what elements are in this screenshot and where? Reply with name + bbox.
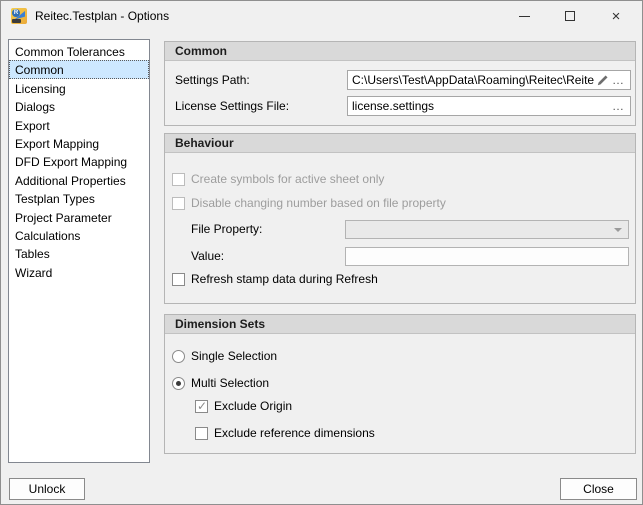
sidebar-item-calculations[interactable]: Calculations: [9, 226, 149, 244]
single-selection-radio[interactable]: [172, 350, 185, 363]
sidebar-item-licensing[interactable]: Licensing: [9, 79, 149, 97]
create-symbols-checkbox-row: Create symbols for active sheet only: [172, 171, 384, 187]
minimize-icon: [519, 16, 530, 17]
sidebar-item-testplan-types[interactable]: Testplan Types: [9, 189, 149, 207]
multi-selection-radio-row[interactable]: Multi Selection: [172, 375, 269, 391]
multi-selection-radio[interactable]: [172, 377, 185, 390]
close-button[interactable]: ×: [593, 1, 639, 31]
exclude-reference-checkbox-row[interactable]: Exclude reference dimensions: [195, 425, 375, 441]
sidebar-item-export-mapping[interactable]: Export Mapping: [9, 134, 149, 152]
sidebar-item-tables[interactable]: Tables: [9, 244, 149, 262]
sidebar-item-dialogs[interactable]: Dialogs: [9, 97, 149, 115]
create-symbols-label: Create symbols for active sheet only: [191, 172, 384, 186]
group-common-title: Common: [165, 42, 635, 61]
sidebar-item-common[interactable]: Common: [9, 60, 149, 78]
maximize-icon: [565, 11, 575, 21]
disable-number-checkbox-row: Disable changing number based on file pr…: [172, 195, 446, 211]
settings-path-input[interactable]: C:\Users\Test\AppData\Roaming\Reitec\Rei…: [347, 70, 631, 90]
refresh-stamp-label: Refresh stamp data during Refresh: [191, 272, 378, 286]
unlock-button[interactable]: Unlock: [9, 478, 85, 500]
group-dimension-sets-title: Dimension Sets: [165, 315, 635, 334]
edit-icon[interactable]: [594, 72, 610, 88]
minimize-button[interactable]: [501, 1, 547, 31]
exclude-origin-checkbox[interactable]: [195, 400, 208, 413]
group-behaviour: Behaviour Create symbols for active shee…: [164, 133, 636, 304]
title-bar[interactable]: R Reitec.Testplan - Options ×: [1, 1, 642, 31]
sidebar-item-wizard[interactable]: Wizard: [9, 263, 149, 281]
exclude-reference-checkbox[interactable]: [195, 427, 208, 440]
exclude-reference-label: Exclude reference dimensions: [214, 426, 375, 440]
browse-icon[interactable]: …: [610, 98, 626, 114]
file-property-label: File Property:: [191, 219, 262, 239]
license-file-value: license.settings: [352, 99, 610, 113]
exclude-origin-checkbox-row[interactable]: Exclude Origin: [195, 398, 292, 414]
sidebar-item-dfd-export-mapping[interactable]: DFD Export Mapping: [9, 152, 149, 170]
sidebar-item-project-parameter[interactable]: Project Parameter: [9, 208, 149, 226]
disable-number-label: Disable changing number based on file pr…: [191, 196, 446, 210]
options-list[interactable]: Common TolerancesCommonLicensingDialogsE…: [8, 39, 150, 463]
settings-path-value: C:\Users\Test\AppData\Roaming\Reitec\Rei…: [352, 73, 594, 87]
create-symbols-checkbox: [172, 173, 185, 186]
refresh-stamp-checkbox-row[interactable]: Refresh stamp data during Refresh: [172, 271, 378, 287]
options-dialog: R Reitec.Testplan - Options × Common Tol…: [0, 0, 643, 505]
single-selection-label: Single Selection: [191, 349, 277, 363]
maximize-button[interactable]: [547, 1, 593, 31]
multi-selection-label: Multi Selection: [191, 376, 269, 390]
group-behaviour-title: Behaviour: [165, 134, 635, 153]
refresh-stamp-checkbox[interactable]: [172, 273, 185, 286]
close-dialog-button[interactable]: Close: [560, 478, 637, 500]
license-file-input[interactable]: license.settings …: [347, 96, 631, 116]
single-selection-radio-row[interactable]: Single Selection: [172, 348, 277, 364]
value-label: Value:: [191, 246, 224, 266]
settings-path-label: Settings Path:: [175, 70, 250, 90]
license-file-label: License Settings File:: [175, 96, 289, 116]
value-input: [345, 247, 629, 266]
window-title: Reitec.Testplan - Options: [35, 1, 169, 31]
group-dimension-sets: Dimension Sets Single Selection Multi Se…: [164, 314, 636, 454]
group-common: Common Settings Path: C:\Users\Test\AppD…: [164, 41, 636, 126]
sidebar-item-common-tolerances[interactable]: Common Tolerances: [9, 42, 149, 60]
browse-icon[interactable]: …: [610, 72, 626, 88]
chevron-down-icon: [614, 228, 622, 232]
file-property-combo: [345, 220, 629, 239]
disable-number-checkbox: [172, 197, 185, 210]
close-icon: ×: [612, 9, 621, 24]
app-icon: R: [11, 8, 27, 24]
sidebar-item-export[interactable]: Export: [9, 116, 149, 134]
exclude-origin-label: Exclude Origin: [214, 399, 292, 413]
sidebar-item-additional-properties[interactable]: Additional Properties: [9, 171, 149, 189]
